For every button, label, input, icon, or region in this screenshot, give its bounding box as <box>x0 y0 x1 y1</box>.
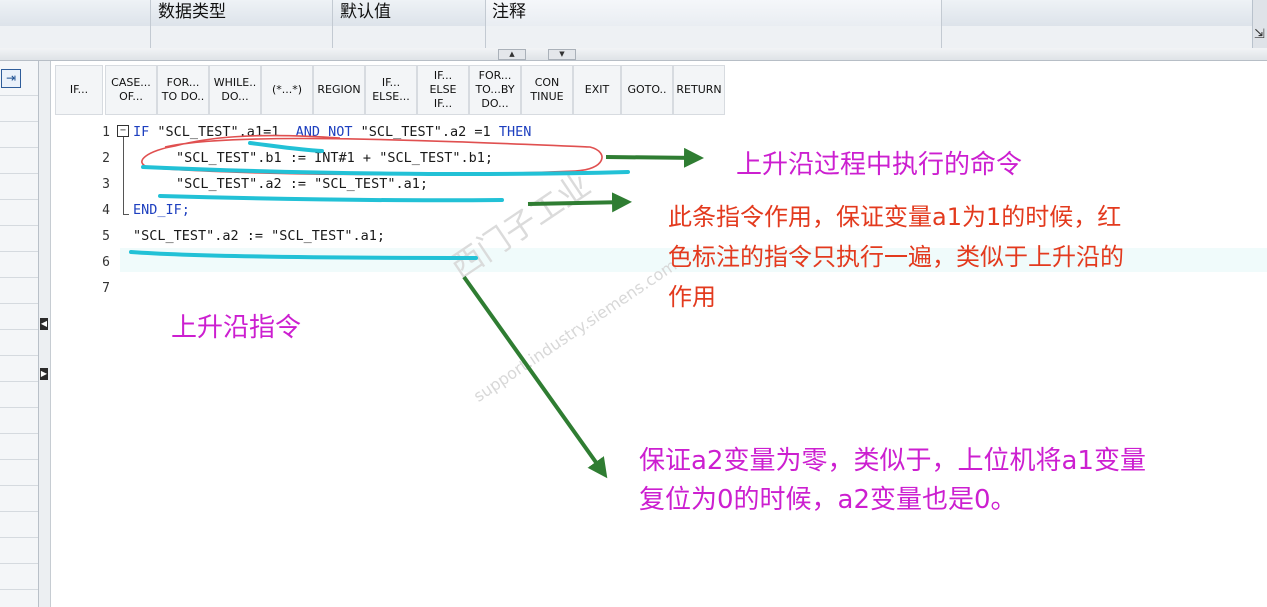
annotation-rising-edge-instruction: 上升沿指令 <box>171 313 302 343</box>
arrow-to-reset-note <box>462 275 608 479</box>
annotation-reset-line-2: 复位为0的时候，a2变量也是0。 <box>639 485 1017 515</box>
annotation-rising-edge-command: 上升沿过程中执行的命令 <box>736 150 1023 180</box>
annotation-effect-line-1: 此条指令作用，保证变量a1为1的时候，红 <box>668 203 1122 231</box>
annotation-effect-line-2: 色标注的指令只执行一遍，类似于上升沿的 <box>668 243 1124 271</box>
annotation-effect-line-3: 作用 <box>668 283 716 311</box>
cyan-underline-3 <box>158 194 504 203</box>
cyan-underline-4 <box>129 250 478 260</box>
cyan-underline-1 <box>248 141 324 153</box>
arrow-to-rising-edge-note <box>605 147 704 168</box>
arrow-to-effect-note <box>527 192 632 213</box>
cyan-underline-2 <box>141 165 630 177</box>
annotation-overlay <box>129 134 704 479</box>
annotation-reset-line-1: 保证a2变量为零，类似于，上位机将a1变量 <box>639 446 1146 476</box>
